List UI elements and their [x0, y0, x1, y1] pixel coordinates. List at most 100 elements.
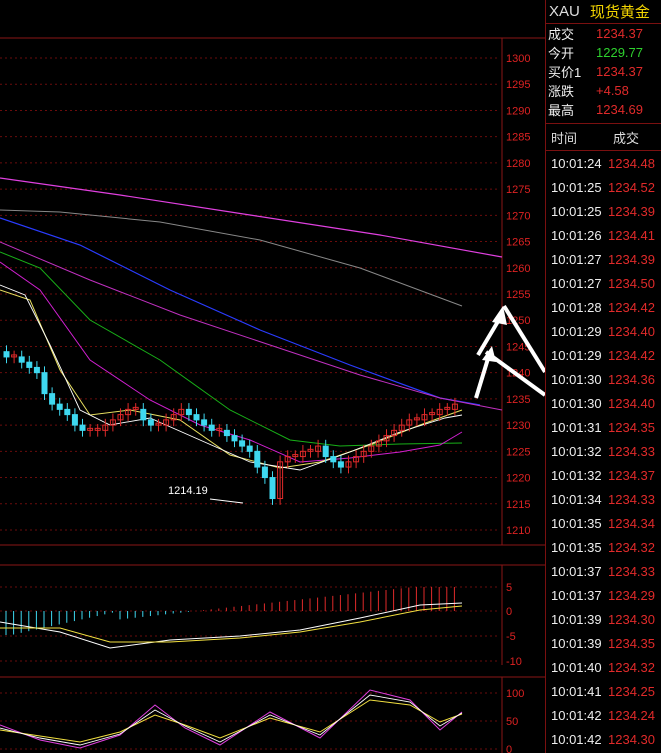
tick-row[interactable]: 10:01:32 1234.33 — [546, 439, 661, 463]
tick-row[interactable]: 10:01:39 1234.30 — [546, 607, 661, 631]
quote-value: 1229.77 — [596, 45, 643, 60]
tick-time: 10:01:25 — [551, 203, 602, 219]
candle-body — [322, 445, 329, 458]
tick-row[interactable]: 10:01:29 1234.40 — [546, 319, 661, 343]
tick-time: 10:01:25 — [551, 179, 602, 195]
quote-value: +4.58 — [596, 83, 629, 98]
quote-row: 涨跌 +4.58 — [546, 81, 661, 100]
tick-price: 1234.24 — [608, 707, 655, 723]
quote-header: XAU 现货黄金 — [546, 0, 661, 24]
tick-row[interactable]: 10:01:29 1234.42 — [546, 343, 661, 367]
price-tick-label: 1285 — [506, 132, 530, 144]
quote-row: 买价1 1234.37 — [546, 62, 661, 81]
tick-price: 1234.50 — [608, 275, 655, 291]
candle-body — [140, 408, 147, 421]
tick-time: 10:01:30 — [551, 395, 602, 411]
tick-price: 1234.29 — [608, 587, 655, 603]
tick-price: 1234.39 — [608, 251, 655, 267]
symbol-name: 现货黄金 — [589, 4, 650, 21]
chart-area[interactable]: 1300 1295 1290 1285 1280 1275 1270 1265 1260 1255… — [0, 0, 545, 753]
tick-row[interactable]: 10:01:40 1234.32 — [546, 655, 661, 679]
tick-price: 1234.37 — [608, 467, 655, 483]
price-tick-label: 1210 — [506, 525, 530, 537]
tick-price: 1234.48 — [608, 155, 655, 171]
tick-row[interactable]: 10:01:31 1234.35 — [546, 415, 661, 439]
price-tick-label: 1230 — [506, 420, 530, 432]
tick-row[interactable]: 10:01:24 1234.48 — [546, 151, 661, 175]
candle-body — [261, 466, 268, 479]
tick-time: 10:01:32 — [551, 443, 602, 459]
kline-chart[interactable]: 1300 1295 1290 1285 1280 1275 1270 1265 1260 1255… — [0, 0, 545, 753]
price-tick-label: 1225 — [506, 446, 530, 458]
tick-list[interactable]: 10:01:24 1234.48 10:01:25 1234.52 10:01:25 12… — [546, 151, 661, 751]
tick-price: 1234.33 — [608, 491, 655, 507]
tick-price: 1234.32 — [608, 539, 655, 555]
ma-line-blue — [0, 217, 481, 406]
tick-row[interactable]: 10:01:34 1234.33 — [546, 487, 661, 511]
quote-row: 今开 1229.77 — [546, 43, 661, 62]
kdj-tick-label: 100 — [506, 688, 524, 700]
tick-row[interactable]: 10:01:41 1234.25 — [546, 679, 661, 703]
tick-time: 10:01:40 — [551, 659, 602, 675]
quote-label: 涨跌 — [548, 84, 575, 99]
tick-time: 10:01:29 — [551, 347, 602, 363]
tick-row[interactable]: 10:01:26 1234.41 — [546, 223, 661, 247]
tick-row[interactable]: 10:01:37 1234.29 — [546, 583, 661, 607]
tick-row[interactable]: 10:01:27 1234.39 — [546, 247, 661, 271]
tick-price: 1234.33 — [608, 563, 655, 579]
tick-row[interactable]: 10:01:42 1234.24 — [546, 703, 661, 727]
tick-row[interactable]: 10:01:25 1234.52 — [546, 175, 661, 199]
tick-row[interactable]: 10:01:30 1234.36 — [546, 367, 661, 391]
ticks-header: 时间 成交 — [546, 123, 661, 151]
price-tick-label: 1260 — [506, 263, 530, 275]
tick-time: 10:01:37 — [551, 563, 602, 579]
tick-row[interactable]: 10:01:27 1234.50 — [546, 271, 661, 295]
tick-row[interactable]: 10:01:28 1234.42 — [546, 295, 661, 319]
tick-price: 1234.40 — [608, 395, 655, 411]
candle-body — [239, 440, 246, 447]
quote-label: 今开 — [548, 46, 575, 61]
candle-body — [56, 403, 63, 410]
candle-body — [330, 456, 337, 463]
tick-time: 10:01:26 — [551, 227, 602, 243]
tick-row[interactable]: 10:01:30 1234.40 — [546, 391, 661, 415]
kdj-tick-label: 50 — [506, 716, 518, 728]
price-tick-label: 1235 — [506, 394, 530, 406]
tick-price: 1234.35 — [608, 635, 655, 651]
candle-body — [231, 435, 238, 442]
price-tick-label: 1295 — [506, 79, 530, 91]
quote-panel: XAU 现货黄金 成交 1234.37 今开 1229.77 买价1 1234.37 涨跌 +… — [545, 0, 661, 753]
quote-label: 最高 — [548, 103, 575, 118]
tick-row[interactable]: 10:01:35 1234.34 — [546, 511, 661, 535]
tick-price: 1234.36 — [608, 371, 655, 387]
tick-row[interactable]: 10:01:25 1234.39 — [546, 199, 661, 223]
macd-tick-label: -5 — [506, 631, 516, 643]
candle-body — [79, 424, 86, 431]
macd-tick-label: 5 — [506, 582, 512, 594]
tick-price: 1234.40 — [608, 323, 655, 339]
tick-price: 1234.25 — [608, 683, 655, 699]
price-tick-label: 1270 — [506, 210, 530, 222]
tick-time: 10:01:35 — [551, 515, 602, 531]
candle-body — [18, 356, 25, 363]
tick-row[interactable]: 10:01:32 1234.37 — [546, 463, 661, 487]
candle-body — [223, 429, 230, 437]
tick-row[interactable]: 10:01:35 1234.32 — [546, 535, 661, 559]
quote-list: 成交 1234.37 今开 1229.77 买价1 1234.37 涨跌 +4.58 最高 123… — [546, 24, 661, 119]
price-tick-label: 1265 — [506, 237, 530, 249]
ticks-header-time: 时间 — [551, 130, 578, 146]
tick-price: 1234.33 — [608, 443, 655, 459]
candle-body — [71, 414, 78, 426]
symbol-code: XAU — [549, 3, 580, 20]
candle-body — [254, 450, 261, 468]
ticks-header-price: 成交 — [613, 130, 640, 146]
ma-line-green — [0, 251, 463, 447]
tick-time: 10:01:28 — [551, 299, 602, 315]
tick-row[interactable]: 10:01:37 1234.33 — [546, 559, 661, 583]
tick-row[interactable]: 10:01:42 1234.30 — [546, 727, 661, 751]
ma-line-pink — [0, 261, 463, 463]
tick-row[interactable]: 10:01:39 1234.35 — [546, 631, 661, 655]
candle-body — [185, 408, 192, 416]
tick-time: 10:01:39 — [551, 611, 602, 627]
quote-value: 1234.69 — [596, 102, 643, 117]
